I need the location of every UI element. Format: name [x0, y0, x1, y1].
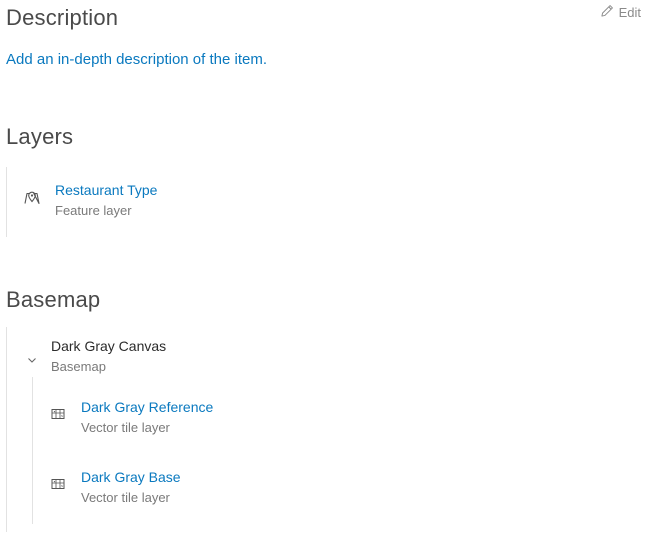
basemap-layer-type: Vector tile layer: [81, 420, 170, 435]
basemap-layer-link[interactable]: Dark Gray Base: [81, 469, 181, 485]
basemap-type: Basemap: [51, 359, 106, 374]
basemap-layer-item: Dark Gray Base Vector tile layer: [81, 469, 181, 505]
basemap-name: Dark Gray Canvas: [51, 338, 167, 354]
basemap-layer-link[interactable]: Dark Gray Reference: [81, 399, 213, 415]
vector-tile-layer-icon: [50, 476, 66, 492]
layers-list: Restaurant Type Feature layer: [6, 167, 647, 237]
pencil-icon: [600, 4, 614, 21]
layers-heading: Layers: [6, 124, 74, 149]
basemap-heading: Basemap: [6, 287, 101, 312]
basemap-list: Dark Gray Canvas Basemap Dark Gray Refer…: [6, 327, 647, 532]
chevron-down-icon[interactable]: [27, 352, 37, 363]
edit-button[interactable]: Edit: [600, 4, 641, 21]
basemap-layers-list: Dark Gray Reference Vector tile layer Da…: [32, 377, 633, 524]
basemap-layer-item: Dark Gray Reference Vector tile layer: [81, 399, 213, 435]
layer-item: Restaurant Type Feature layer: [55, 182, 157, 218]
add-description-link[interactable]: Add an in-depth description of the item.: [6, 51, 267, 68]
description-heading: Description: [6, 5, 119, 30]
layer-name-link[interactable]: Restaurant Type: [55, 182, 157, 198]
feature-layer-icon: [23, 188, 41, 206]
basemap-layer-type: Vector tile layer: [81, 490, 170, 505]
layer-type: Feature layer: [55, 203, 132, 218]
vector-tile-layer-icon: [50, 406, 66, 422]
edit-label: Edit: [618, 5, 641, 20]
basemap-header: Dark Gray Canvas Basemap: [51, 338, 166, 374]
